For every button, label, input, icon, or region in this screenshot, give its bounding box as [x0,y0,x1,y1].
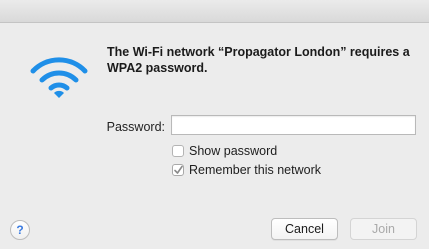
show-password-label[interactable]: Show password [189,144,277,158]
join-button[interactable]: Join [350,218,417,240]
password-input[interactable] [171,115,416,135]
wifi-icon [30,57,88,98]
show-password-checkbox-row[interactable]: Show password [172,143,277,159]
window-titlebar [0,0,429,23]
remember-network-checkbox-row[interactable]: Remember this network [172,162,321,178]
help-button[interactable]: ? [10,220,30,240]
remember-network-label[interactable]: Remember this network [189,163,321,177]
cancel-button[interactable]: Cancel [271,218,338,240]
help-icon: ? [16,223,24,237]
show-password-checkbox[interactable] [172,145,184,157]
remember-network-checkbox[interactable] [172,164,184,176]
dialog-message: The Wi-Fi network “Propagator London” re… [107,45,410,75]
password-label: Password: [106,120,165,134]
checkmark-icon [174,165,183,174]
wifi-password-dialog: The Wi-Fi network “Propagator London” re… [0,23,429,249]
